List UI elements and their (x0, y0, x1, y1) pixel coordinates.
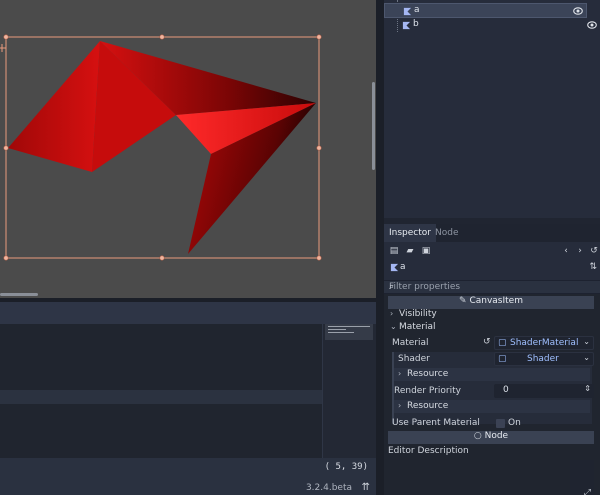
editor-description-row: Editor Description (388, 446, 594, 458)
shader-value: Shader (527, 354, 559, 364)
section-resource[interactable]: › Resource (394, 400, 590, 413)
render-priority-value: 0 (503, 385, 509, 395)
use-parent-material-property: Use Parent Material On (388, 416, 594, 432)
tab-inspector[interactable]: Inspector (384, 224, 436, 242)
status-bar: ( 5, 39) 3.2.4.beta ⇈ (0, 458, 376, 495)
object-tools-icon[interactable]: ⇅ (589, 262, 597, 272)
category-label: Node (484, 431, 509, 441)
chevron-right-icon: › (398, 401, 402, 410)
tree-item-label: a (414, 5, 420, 15)
object-name: a (400, 262, 406, 272)
forward-icon[interactable]: › (575, 246, 585, 256)
revert-icon[interactable]: ↺ (483, 337, 491, 347)
polygon2d-icon (402, 21, 411, 30)
chevron-right-icon: › (390, 309, 394, 318)
tab-node[interactable]: Node (430, 224, 464, 242)
render-priority-spinbox[interactable]: 0 ⇕ (494, 384, 594, 398)
property-label: Material (392, 338, 429, 348)
tree-item-b[interactable]: b (384, 18, 600, 33)
minimap-view (325, 324, 373, 340)
section-material[interactable]: ⌄ Material (388, 322, 594, 334)
pivot-icon[interactable] (0, 44, 6, 52)
material-value: ShaderMaterial (510, 338, 579, 348)
category-canvasitem: ✎ CanvasItem (388, 296, 594, 309)
open-folder-icon[interactable]: ▰ (405, 246, 415, 256)
minimap[interactable] (322, 324, 376, 458)
polygon2d-icon (403, 7, 412, 16)
material-resource-picker[interactable]: ▢ ShaderMaterial ⌄ (494, 336, 594, 350)
section-visibility[interactable]: › Visibility (388, 309, 594, 321)
search-icon: ⌕ (389, 282, 395, 292)
polygon-face (8, 41, 100, 172)
shader-icon: ▢ (498, 354, 507, 364)
property-label: Shader (398, 354, 430, 364)
shader-property: Shader ▢ Shader ⌄ (388, 352, 594, 368)
split-divider[interactable] (376, 0, 384, 495)
inspector-toolbar: ▤ ▰ ▣ ‹ › ↺ (384, 242, 600, 260)
use-parent-material-checkbox[interactable] (496, 419, 505, 428)
section-resource[interactable]: › Resource (394, 368, 590, 381)
back-icon[interactable]: ‹ (561, 246, 571, 256)
highlighted-line (0, 390, 322, 404)
object-selector[interactable]: a ⇅ (384, 260, 600, 276)
viewport-vertical-scrollbar[interactable] (372, 82, 375, 170)
scene-tree: a b (384, 0, 600, 218)
viewport-horizontal-scrollbar[interactable] (0, 293, 38, 296)
chevron-down-icon[interactable]: ⌄ (583, 337, 590, 346)
section-label: Resource (407, 369, 449, 379)
chevron-down-icon[interactable]: ⌄ (583, 353, 590, 362)
property-label: Render Priority (394, 386, 461, 396)
chevron-right-icon: › (398, 369, 402, 378)
section-label: Resource (407, 401, 449, 411)
section-label: Visibility (399, 309, 437, 319)
tree-item-a[interactable]: a (384, 3, 587, 18)
cursor-coordinates: ( 5, 39) (324, 462, 368, 472)
bottom-panel: ( 5, 39) 3.2.4.beta ⇈ (0, 298, 376, 495)
editor-window: ( 5, 39) 3.2.4.beta ⇈ a b Inspector Node… (0, 0, 600, 495)
inspector-tabbar: Inspector Node (384, 224, 600, 242)
material-property: Material ↺ ▢ ShaderMaterial ⌄ (388, 336, 594, 352)
save-icon[interactable]: ▣ (421, 246, 431, 256)
visibility-eye-icon[interactable] (587, 20, 597, 30)
inspector-panel: Inspector Node ▤ ▰ ▣ ‹ › ↺ a ⇅ Filter pr… (384, 224, 600, 495)
property-label: Use Parent Material (392, 418, 480, 428)
expand-icon[interactable]: ⤢ (584, 488, 591, 495)
editor-description-textbox[interactable]: ⤢ (570, 460, 594, 495)
canvas-viewport[interactable] (0, 0, 376, 298)
category-node: ○ Node (388, 431, 594, 444)
tree-item-label: b (413, 19, 419, 29)
resource-icon: ▢ (498, 338, 507, 348)
version-label: 3.2.4.beta (305, 483, 352, 493)
checkbox-label: On (508, 418, 521, 428)
new-resource-icon[interactable]: ▤ (389, 246, 399, 256)
node-icon: ○ (473, 431, 482, 441)
render-priority-property: Render Priority 0 ⇕ (388, 384, 594, 400)
polygon-canvas[interactable] (0, 0, 376, 298)
history-icon[interactable]: ↺ (589, 246, 599, 256)
property-list: ✎ CanvasItem › Visibility ⌄ Material Mat… (384, 294, 600, 495)
polygon2d-icon (390, 263, 399, 272)
chevron-down-icon: ⌄ (390, 322, 397, 331)
shader-resource-picker[interactable]: ▢ Shader ⌄ (494, 352, 594, 366)
bottom-tabbar (0, 302, 376, 324)
visibility-eye-icon[interactable] (573, 6, 583, 16)
category-label: CanvasItem (469, 296, 523, 306)
brush-icon: ✎ (459, 296, 467, 306)
property-label: Editor Description (388, 446, 469, 456)
spinner-arrows-icon[interactable]: ⇕ (584, 384, 591, 393)
section-label: Material (399, 322, 436, 332)
filter-properties-input[interactable]: Filter properties ⌕ (384, 280, 600, 294)
pin-icon[interactable]: ⇈ (362, 482, 370, 493)
